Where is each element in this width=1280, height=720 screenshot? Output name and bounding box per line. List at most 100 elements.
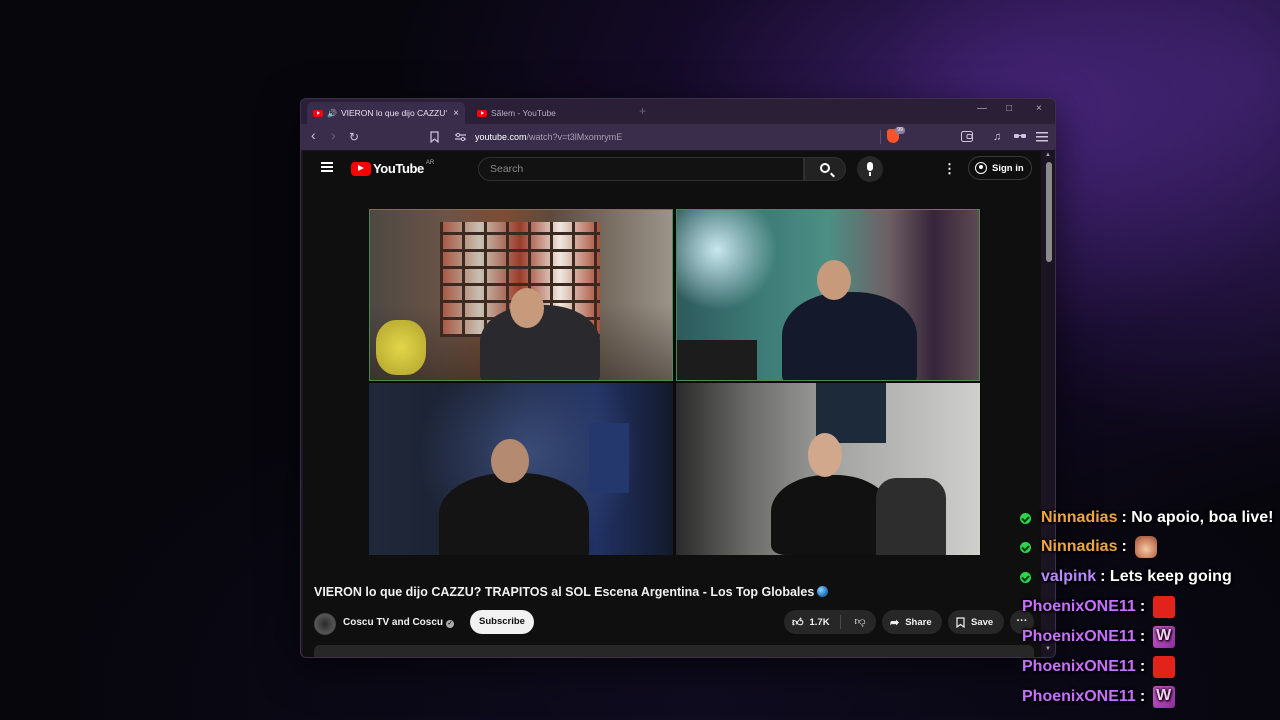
subscribe-button[interactable]: Subscribe: [470, 610, 534, 634]
settings-menu-icon[interactable]: ⋮: [943, 161, 956, 177]
w-emote-icon: [1153, 626, 1176, 648]
person-body: [782, 292, 917, 380]
close-window-button[interactable]: ×: [1036, 103, 1042, 114]
country-code: AR: [425, 159, 435, 166]
video-player[interactable]: [369, 209, 981, 555]
back-button[interactable]: ‹: [311, 127, 316, 143]
like-count: 1.7K: [809, 616, 830, 628]
chat-overlay: Ninnadias : No apoio, boa live! Ninnadia…: [1018, 504, 1280, 720]
video-feed-top-left: [369, 209, 673, 381]
divider: [840, 615, 841, 629]
browser-window: 🔊 VIERON lo que dijo CAZZU? TRAPITOS al …: [300, 98, 1056, 658]
tab-salem-youtube[interactable]: Sãlem - YouTube: [471, 102, 629, 124]
search-button[interactable]: [804, 157, 846, 181]
sign-in-button[interactable]: Sign in: [968, 156, 1032, 180]
youtube-page: YouTube AR Search ⋮ Sign in VIERON lo qu…: [303, 151, 1041, 657]
chat-message: PhoenixONE11 :: [1018, 593, 1176, 621]
cake-emote-icon: [1134, 536, 1157, 558]
chat-text: : No apoio, boa live!: [1121, 509, 1274, 526]
person-body: [771, 475, 891, 555]
search-icon: [820, 163, 830, 173]
youtube-favicon-icon: [477, 109, 487, 117]
video-feed-bottom-left: [369, 383, 673, 555]
voice-search-button[interactable]: [857, 156, 883, 182]
forward-button[interactable]: ›: [331, 127, 336, 143]
youtube-play-icon: [351, 161, 371, 176]
channel-name[interactable]: Coscu TV and Coscu ✓: [343, 617, 455, 628]
chat-username: PhoenixONE11: [1022, 688, 1136, 705]
channel-row: Coscu TV and Coscu ✓ Subscribe 👍︎ 1.7K 👎︎…: [303, 608, 1041, 638]
dislike-button[interactable]: 👎︎: [846, 610, 874, 634]
url-host: youtube.com: [475, 132, 527, 142]
tab-title: Sãlem - YouTube: [491, 108, 556, 118]
chat-username: Ninnadias: [1041, 538, 1118, 555]
channel-avatar[interactable]: [314, 613, 336, 635]
channel-name-text: Coscu TV and Coscu: [343, 617, 444, 628]
video-feed-top-right: [676, 209, 980, 381]
yellow-bag: [376, 320, 426, 375]
video-title-text: VIERON lo que dijo CAZZU? TRAPITOS al SO…: [314, 585, 815, 599]
share-label: Share: [905, 616, 932, 628]
like-button[interactable]: 👍︎ 1.7K: [784, 610, 838, 634]
hamburger-menu-icon[interactable]: [321, 162, 333, 172]
person-head: [510, 288, 544, 328]
shields-count-badge: 99: [895, 127, 905, 134]
glasses-icon[interactable]: [1014, 133, 1026, 140]
chat-message: valpink : Lets keep going: [1018, 563, 1232, 591]
arcade-cabinet: [589, 423, 629, 493]
share-arrow-icon: ➦: [890, 616, 900, 629]
tab-youtube-video[interactable]: 🔊 VIERON lo que dijo CAZZU? TRAPITOS al …: [307, 102, 465, 124]
chat-text: : Lets keep going: [1100, 568, 1232, 585]
chat-text: :: [1139, 688, 1146, 705]
navigation-bar: ‹ › ↻ youtube.com/watch?v=t3lMxomrymE 99…: [301, 124, 1055, 150]
scrollbar-thumb[interactable]: [1046, 162, 1052, 262]
chat-text: :: [1139, 628, 1146, 645]
red-square-emote-icon: [1153, 656, 1176, 678]
globe-emoji-icon: [817, 586, 829, 597]
wallet-icon[interactable]: [961, 131, 973, 142]
chat-message: PhoenixONE11 :: [1018, 683, 1176, 711]
new-tab-button[interactable]: +: [639, 104, 646, 118]
chat-message: PhoenixONE11 :: [1018, 623, 1176, 651]
chat-text: :: [1121, 538, 1127, 555]
chat-username: PhoenixONE11: [1022, 658, 1136, 675]
person-head: [808, 433, 842, 477]
minimize-button[interactable]: —: [977, 103, 987, 114]
maximize-button[interactable]: □: [1006, 103, 1012, 114]
user-icon: [975, 162, 987, 174]
video-feed-bottom-right: [676, 383, 980, 555]
search-input[interactable]: Search: [478, 157, 804, 181]
person-head: [491, 439, 529, 483]
divider: [880, 130, 881, 144]
music-icon[interactable]: ♫: [993, 129, 1001, 145]
youtube-favicon-icon: [313, 109, 323, 117]
reload-button[interactable]: ↻: [349, 129, 359, 145]
address-bar[interactable]: youtube.com/watch?v=t3lMxomrymE: [475, 128, 875, 146]
sign-in-label: Sign in: [992, 162, 1024, 174]
video-title: VIERON lo que dijo CAZZU? TRAPITOS al SO…: [314, 585, 1034, 599]
tab-title: VIERON lo que dijo CAZZU? TRAPITOS al SO…: [340, 108, 448, 118]
youtube-header: YouTube AR Search ⋮ Sign in: [303, 151, 1041, 189]
tune-icon[interactable]: [455, 132, 466, 142]
bookmark-icon: [956, 616, 965, 628]
chat-username: valpink: [1041, 568, 1097, 585]
chat-text: :: [1139, 598, 1146, 615]
logo-text: YouTube: [373, 161, 424, 176]
share-button[interactable]: ➦ Share: [882, 610, 942, 634]
person-head: [817, 260, 851, 300]
description-box[interactable]: [314, 645, 1034, 657]
verified-badge-icon: [1020, 512, 1031, 524]
bookmark-icon[interactable]: [430, 131, 439, 143]
chat-username: Ninnadias: [1041, 509, 1118, 526]
person-body: [439, 473, 589, 555]
like-dislike-group: 👍︎ 1.7K 👎︎: [784, 610, 876, 634]
menu-icon[interactable]: [1036, 132, 1048, 142]
youtube-logo[interactable]: YouTube AR: [351, 159, 435, 176]
scroll-up-arrow-icon[interactable]: ▲: [1045, 152, 1051, 158]
verified-check-icon: ✓: [446, 620, 455, 628]
save-button[interactable]: Save: [948, 610, 1004, 634]
w-emote-icon: [1153, 686, 1176, 708]
save-label: Save: [971, 616, 994, 628]
close-tab-icon[interactable]: ×: [453, 108, 459, 119]
speaker-icon[interactable]: 🔊: [327, 109, 337, 118]
